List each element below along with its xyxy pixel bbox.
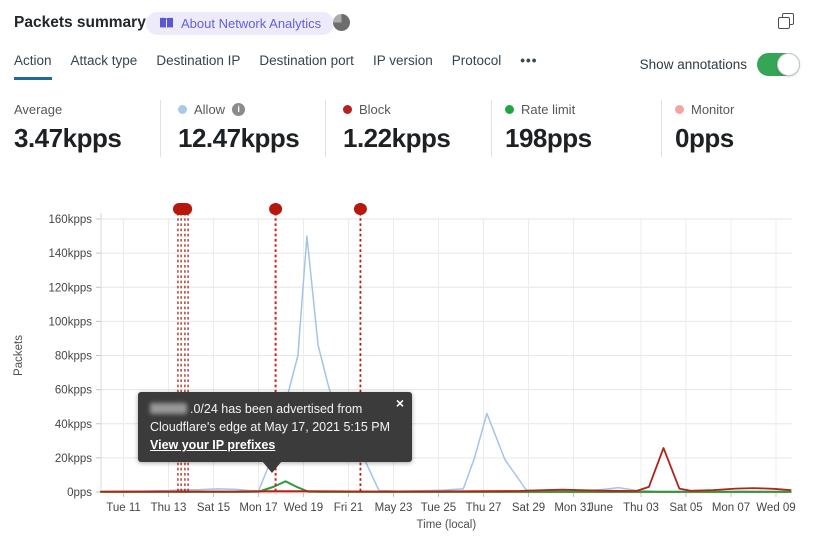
x-tick-label: Thu 27 (466, 502, 502, 514)
redacted-ip-prefix (150, 403, 187, 414)
x-tick-label: Sat 29 (512, 502, 545, 514)
x-tick-label: Sat 15 (197, 502, 230, 514)
packets-summary-panel: { "header": { "title": "Packets summary"… (0, 0, 816, 545)
x-tick-label: May 23 (375, 502, 413, 514)
x-tick-label: Thu 13 (151, 502, 187, 514)
x-tick-label: Wed 19 (284, 502, 323, 514)
x-tick-label: Thu 03 (623, 502, 659, 514)
y-tick-label: 100kpps (49, 316, 93, 328)
x-axis-title: Time (local) (417, 519, 477, 531)
y-tick-label: 20kpps (55, 453, 92, 465)
tooltip-link-row: View your IP prefixes (150, 436, 400, 454)
x-tick-label: Wed 09 (756, 502, 795, 514)
y-axis-title: Packets (13, 335, 25, 376)
annotation-marker-dot[interactable] (353, 203, 367, 215)
tooltip-caret (262, 461, 282, 473)
close-icon[interactable]: × (396, 396, 404, 410)
x-tick-label: Mon 31 (554, 502, 592, 514)
view-ip-prefixes-link[interactable]: View your IP prefixes (150, 438, 275, 452)
packets-time-series-chart[interactable]: 0pps 20kpps 40kpps 60kpps 80kpps 100kpps 120kp… (0, 0, 816, 545)
x-tick-label: June (588, 502, 613, 514)
y-tick-label: 140kpps (49, 248, 93, 260)
tooltip-line2: Cloudflare's edge at May 17, 2021 5:15 P… (150, 420, 391, 434)
x-tick-label: Sat 05 (669, 502, 702, 514)
x-tick-label: Mon 07 (712, 502, 750, 514)
x-tick-label: Tue 25 (421, 502, 456, 514)
y-tick-label: 120kpps (49, 282, 93, 294)
tooltip-line1: .0/24 has been advertised from (150, 400, 400, 418)
annotation-marker-dot[interactable] (269, 203, 283, 215)
y-tick-label: 80kpps (55, 351, 92, 363)
annotation-tooltip: × .0/24 has been advertised from Cloudfl… (138, 392, 412, 473)
x-tick-label: Mon 17 (239, 502, 277, 514)
y-tick-label: 60kpps (55, 385, 92, 397)
y-tick-label: 160kpps (49, 214, 93, 226)
y-tick-label: 40kpps (55, 419, 92, 431)
y-tick-label: 0pps (67, 487, 92, 499)
x-tick-label: Tue 11 (106, 502, 141, 514)
annotation-marker-pill[interactable] (173, 203, 193, 215)
chart-grid: 0pps 20kpps 40kpps 60kpps 80kpps 100kpps 120kp… (49, 213, 796, 514)
x-tick-label: Fri 21 (334, 502, 363, 514)
